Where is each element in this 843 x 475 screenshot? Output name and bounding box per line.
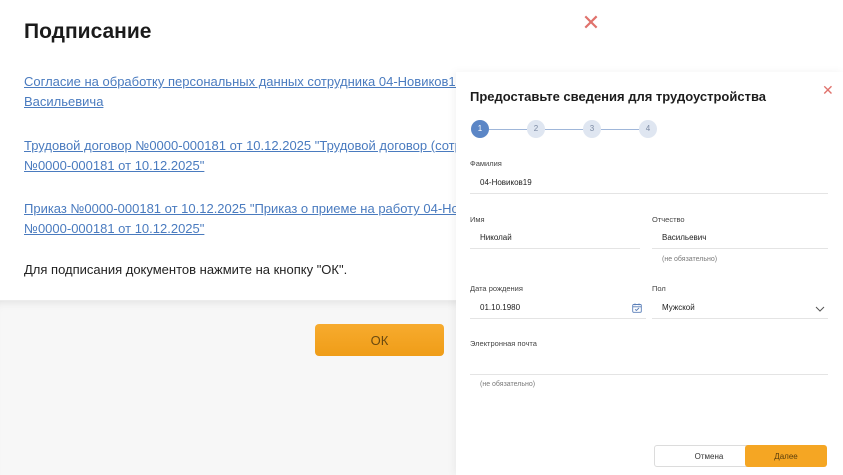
- signing-dialog: Подписание Согласие на обработку персона…: [0, 0, 470, 475]
- birth-date-field[interactable]: 01.10.1980: [470, 297, 646, 319]
- step-connector: [489, 129, 527, 130]
- email-label: Электронная почта: [470, 339, 537, 348]
- dialog-close-icon[interactable]: ✕: [822, 83, 834, 97]
- step-connector: [601, 129, 639, 130]
- patronymic-label: Отчество: [652, 215, 685, 224]
- email-optional-hint: (не обязательно): [480, 381, 536, 388]
- ok-button[interactable]: ОК: [315, 324, 444, 356]
- step-3[interactable]: 3: [583, 120, 601, 138]
- step-4[interactable]: 4: [639, 120, 657, 138]
- calendar-icon[interactable]: [632, 303, 642, 313]
- hiring-order-link-line1[interactable]: Приказ №0000-000181 от 10.12.2025 "Прика…: [24, 199, 470, 219]
- next-button[interactable]: Далее: [745, 445, 827, 467]
- step-1[interactable]: 1: [471, 120, 489, 138]
- step-2[interactable]: 2: [527, 120, 545, 138]
- patronymic-field[interactable]: Васильевич: [652, 227, 828, 249]
- consent-document-link[interactable]: Согласие на обработку персональных данны…: [24, 72, 470, 112]
- first-name-label: Имя: [470, 215, 485, 224]
- employment-dialog-title: Предоставьте сведения для трудоустройств…: [470, 89, 767, 104]
- last-name-field[interactable]: 04-Новиков19: [470, 172, 828, 194]
- consent-document-link-line2[interactable]: Васильевича: [24, 92, 470, 112]
- first-name-field[interactable]: Николай: [470, 227, 640, 249]
- employment-contract-link-line2[interactable]: №0000-000181 от 10.12.2025": [24, 156, 470, 176]
- patronymic-optional-hint: (не обязательно): [662, 256, 718, 263]
- step-connector: [545, 129, 583, 130]
- gender-label: Пол: [652, 284, 666, 293]
- last-name-label: Фамилия: [470, 159, 502, 168]
- signing-dialog-title: Подписание: [24, 20, 152, 43]
- hiring-order-link-line2[interactable]: №0000-000181 от 10.12.2025": [24, 219, 470, 239]
- consent-document-link-line1[interactable]: Согласие на обработку персональных данны…: [24, 72, 470, 92]
- signing-hint-text: Для подписания документов нажмите на кно…: [24, 262, 348, 277]
- employment-info-dialog: Предоставьте сведения для трудоустройств…: [456, 72, 843, 475]
- birth-date-label: Дата рождения: [470, 284, 523, 293]
- hiring-order-link[interactable]: Приказ №0000-000181 от 10.12.2025 "Прика…: [24, 199, 470, 239]
- employment-contract-link-line1[interactable]: Трудовой договор №0000-000181 от 10.12.2…: [24, 136, 470, 156]
- chevron-down-icon[interactable]: [815, 305, 825, 313]
- step-progress: 1 2 3 4: [471, 120, 661, 138]
- email-field[interactable]: [470, 353, 828, 375]
- employment-contract-link[interactable]: Трудовой договор №0000-000181 от 10.12.2…: [24, 136, 470, 176]
- close-icon[interactable]: ✕: [581, 12, 601, 34]
- gender-select[interactable]: Мужской: [652, 297, 828, 319]
